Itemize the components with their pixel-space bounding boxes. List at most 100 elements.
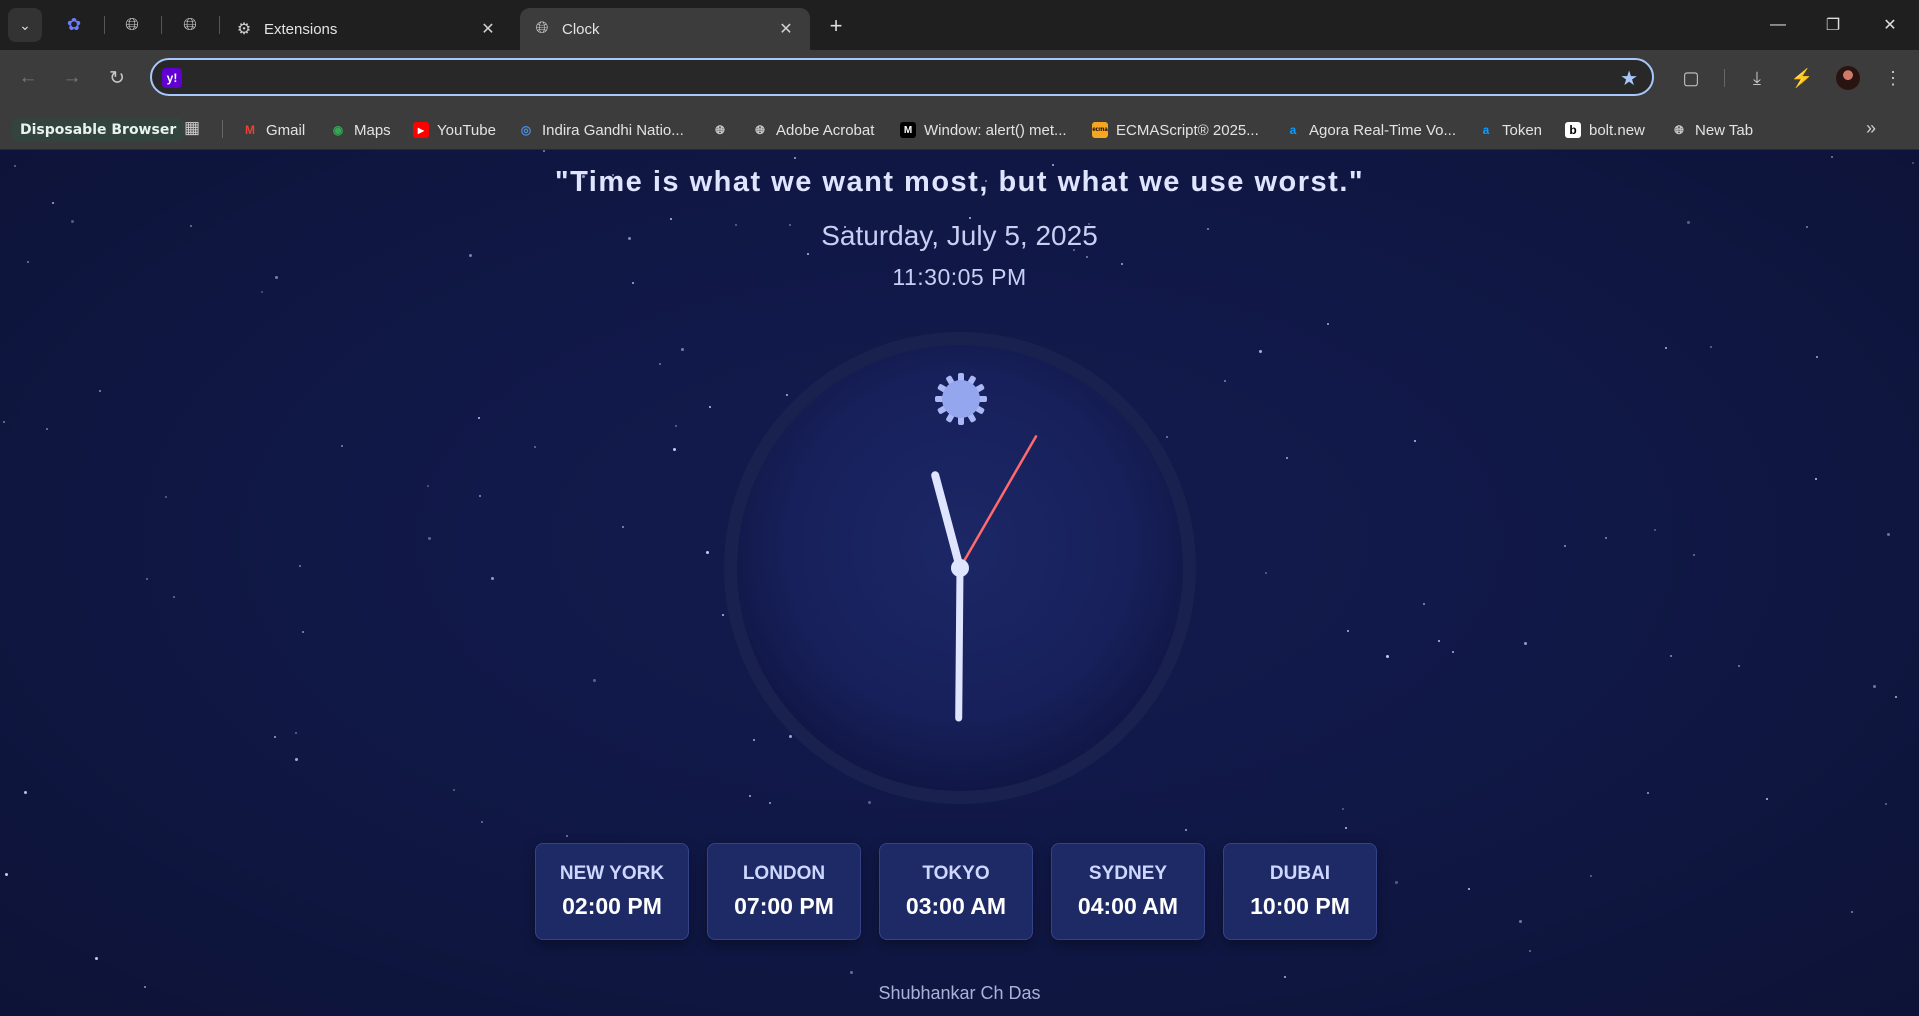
profile-label[interactable]: Disposable Browser <box>12 118 185 142</box>
analog-clock <box>724 332 1196 804</box>
star <box>593 679 596 682</box>
star <box>709 406 711 408</box>
forward-button[interactable]: → <box>58 64 86 92</box>
emblem-icon: ◎ <box>520 123 532 137</box>
globe-icon: 🌐︎ <box>1674 122 1684 137</box>
bookmark-adobe-acrobat[interactable]: 🌐︎ Adobe Acrobat <box>752 118 874 142</box>
speed-icon: ⚡ <box>1790 67 1814 88</box>
star <box>27 261 29 263</box>
address-input[interactable] <box>192 64 1576 92</box>
globe-icon: 🌐︎ <box>755 122 765 137</box>
download-icon: ⤓ <box>1753 67 1761 88</box>
star <box>1895 696 1897 698</box>
city-card-london[interactable]: LONDON 07:00 PM <box>707 843 861 940</box>
bookmarks-divider <box>222 120 223 138</box>
chevron-double-right-icon[interactable]: » <box>1866 118 1876 139</box>
bookmark-mdn[interactable]: M Window: alert() met... <box>900 118 1067 142</box>
close-icon[interactable]: ✕ <box>774 19 798 39</box>
reload-button[interactable]: ↻ <box>103 64 131 92</box>
bookmark-bolt[interactable]: b bolt.new <box>1565 118 1645 142</box>
star <box>1224 380 1226 382</box>
star <box>1347 630 1349 632</box>
star <box>1468 888 1470 890</box>
avatar[interactable] <box>1836 66 1860 90</box>
bookmark-youtube[interactable]: ▶ YouTube <box>413 118 496 142</box>
star <box>1670 655 1672 657</box>
city-card-new-york[interactable]: NEW YORK 02:00 PM <box>535 843 689 940</box>
bookmark-new-tab[interactable]: 🌐︎ New Tab <box>1671 118 1753 142</box>
bookmark-label: Agora Real-Time Vo... <box>1309 121 1457 139</box>
star <box>5 873 8 876</box>
close-window-button[interactable]: ✕ <box>1875 10 1905 40</box>
close-icon: ✕ <box>1883 17 1897 34</box>
pinned-tab-1[interactable]: ✿ <box>62 13 86 37</box>
city-time: 04:00 AM <box>1077 893 1179 919</box>
bookmark-gmail[interactable]: M Gmail <box>242 118 305 142</box>
tab-title: Clock <box>562 20 600 38</box>
bookmark-globe[interactable]: 🌐︎ <box>712 118 736 142</box>
tab-extensions[interactable]: ⚙ Extensions ✕ <box>222 8 512 50</box>
star <box>1693 554 1695 556</box>
downloads-button[interactable]: ⤓ <box>1743 64 1771 92</box>
star <box>1529 950 1531 952</box>
star <box>1423 603 1425 605</box>
star <box>1665 347 1667 349</box>
star-icon[interactable]: ★ <box>1620 66 1638 91</box>
app-icon: ✿ <box>66 15 82 34</box>
world-clocks: NEW YORK 02:00 PM LONDON 07:00 PM TOKYO … <box>535 843 1377 940</box>
star <box>1564 545 1566 547</box>
bookmark-label: YouTube <box>437 121 496 139</box>
bookmark-label: New Tab <box>1695 121 1754 139</box>
star <box>1873 685 1876 688</box>
star <box>428 537 431 540</box>
tab-clock[interactable]: 🌐︎ Clock ✕ <box>520 8 810 50</box>
performance-button[interactable]: ⚡ <box>1788 64 1816 92</box>
back-button[interactable]: ← <box>14 64 42 92</box>
globe-icon: 🌐︎ <box>183 15 197 34</box>
star <box>1738 665 1740 667</box>
close-icon[interactable]: ✕ <box>476 19 500 39</box>
star <box>1259 350 1262 353</box>
star <box>99 390 101 392</box>
mdn-icon: M <box>900 122 916 138</box>
star <box>1386 655 1389 658</box>
city-card-tokyo[interactable]: TOKYO 03:00 AM <box>879 843 1033 940</box>
plus-icon: + <box>829 13 843 38</box>
apps-grid-icon[interactable]: ▦ <box>184 118 200 138</box>
digital-time: 11:30:05 PM <box>892 264 1027 290</box>
bookmark-maps[interactable]: ◉ Maps <box>330 118 391 142</box>
menu-button[interactable]: ⋮ <box>1879 64 1907 92</box>
tab-divider <box>219 16 220 34</box>
star <box>295 758 298 761</box>
star <box>1327 323 1329 325</box>
restore-button[interactable]: ❐ <box>1818 10 1848 40</box>
city-name: NEW YORK <box>559 863 665 884</box>
bookmark-agora[interactable]: a Agora Real-Time Vo... <box>1285 118 1456 142</box>
new-tab-button[interactable]: + <box>822 12 850 40</box>
star <box>659 363 661 365</box>
tab-divider <box>161 16 162 34</box>
address-bar[interactable]: y! ★ <box>150 58 1654 96</box>
star <box>794 157 796 159</box>
globe-icon: 🌐︎ <box>125 15 139 34</box>
star <box>1086 256 1088 258</box>
star <box>850 971 853 974</box>
minimize-button[interactable]: — <box>1763 10 1793 40</box>
globe-icon: 🌐︎ <box>535 20 549 37</box>
pinned-tab-3[interactable]: 🌐︎ <box>178 13 202 37</box>
bookmark-ecmascript[interactable]: ecma ECMAScript® 2025... <box>1092 118 1259 142</box>
city-card-dubai[interactable]: DUBAI 10:00 PM <box>1223 843 1377 940</box>
pinned-tab-2[interactable]: 🌐︎ <box>120 13 144 37</box>
yahoo-icon: y! <box>162 68 182 88</box>
minimize-icon: — <box>1770 16 1786 33</box>
star <box>566 835 568 837</box>
bookmark-token[interactable]: a Token <box>1478 118 1542 142</box>
star <box>1851 911 1853 913</box>
star <box>1766 798 1768 800</box>
bookmark-ignou[interactable]: ◎ Indira Gandhi Natio... <box>518 118 684 142</box>
current-date: Saturday, July 5, 2025 <box>821 220 1098 251</box>
star <box>453 789 455 791</box>
city-card-sydney[interactable]: SYDNEY 04:00 AM <box>1051 843 1205 940</box>
extensions-button[interactable]: ▢ <box>1677 64 1705 92</box>
tab-search-button[interactable]: ⌄ <box>8 8 42 42</box>
